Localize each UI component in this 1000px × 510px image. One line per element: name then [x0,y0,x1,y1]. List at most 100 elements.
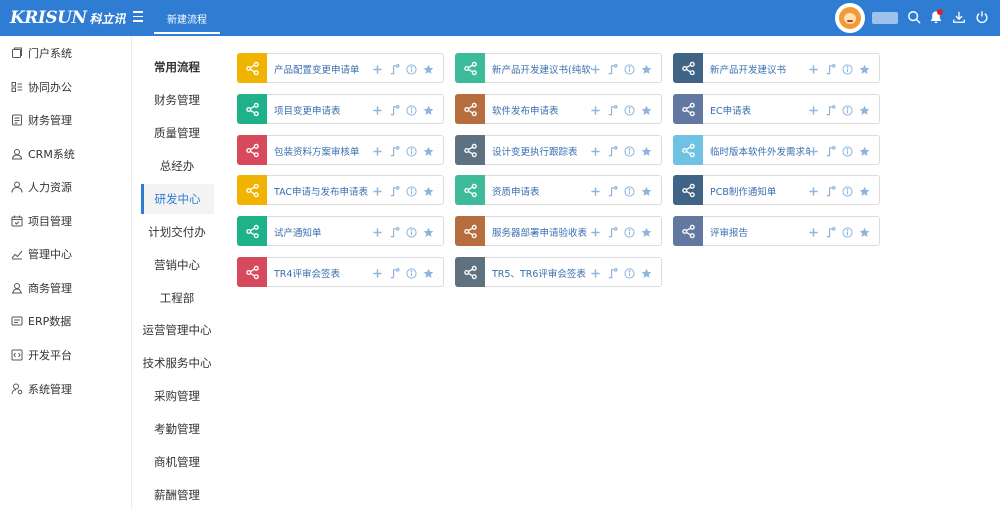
category-quality[interactable]: 质量管理 [133,118,221,148]
process-card[interactable]: 评审报告 [673,216,880,246]
flow-icon[interactable] [824,185,837,198]
info-icon[interactable] [841,63,854,76]
add-icon[interactable] [807,104,820,117]
process-card-name[interactable]: 新产品开发建议书 [710,62,810,76]
add-icon[interactable] [807,226,820,239]
process-card[interactable]: PCB制作通知单 [673,175,880,205]
process-card-name[interactable]: 试产通知单 [274,225,374,239]
flow-icon[interactable] [606,63,619,76]
process-card-name[interactable]: 项目变更申请表 [274,103,374,117]
star-icon[interactable] [422,63,435,76]
process-card[interactable]: 产品配置变更申请单 [237,53,444,83]
menu-icon[interactable] [133,11,144,24]
star-icon[interactable] [640,145,653,158]
process-card[interactable]: 新产品开发建议书 [673,53,880,83]
info-icon[interactable] [623,145,636,158]
sidebar-item-erp[interactable]: ERP数据 [0,309,132,333]
flow-icon[interactable] [388,104,401,117]
category-gm-office[interactable]: 总经办 [133,151,221,181]
process-card-name[interactable]: PCB制作通知单 [710,184,810,198]
info-icon[interactable] [623,63,636,76]
process-card[interactable]: 资质申请表 [455,175,662,205]
flow-icon[interactable] [824,63,837,76]
download-icon[interactable] [952,9,968,27]
process-card-name[interactable]: 软件发布申请表 [492,103,592,117]
flow-icon[interactable] [824,226,837,239]
star-icon[interactable] [422,185,435,198]
sidebar-item-finance[interactable]: 财务管理 [0,108,132,132]
sidebar-item-business[interactable]: 商务管理 [0,276,132,300]
category-operations[interactable]: 运营管理中心 [133,315,221,345]
process-card[interactable]: TAC申请与发布申请表 [237,175,444,205]
info-icon[interactable] [405,145,418,158]
flow-icon[interactable] [388,145,401,158]
star-icon[interactable] [640,267,653,280]
process-card-name[interactable]: 资质申请表 [492,184,592,198]
process-card-name[interactable]: TR5、TR6评审会签表 [492,266,592,280]
process-card-name[interactable]: 临时版本软件外发需求单 [710,144,810,158]
add-icon[interactable] [589,267,602,280]
username-blurred[interactable] [872,12,898,24]
category-tech-service[interactable]: 技术服务中心 [133,348,221,378]
process-card[interactable]: 包装资料方案审核单 [237,135,444,165]
search-icon[interactable] [907,9,923,27]
process-card-name[interactable]: 产品配置变更申请单 [274,62,374,76]
info-icon[interactable] [405,267,418,280]
info-icon[interactable] [405,104,418,117]
category-attendance[interactable]: 考勤管理 [133,414,221,444]
avatar[interactable] [835,3,865,33]
tab-new-process[interactable]: 新建流程 [154,0,220,36]
process-card[interactable]: 临时版本软件外发需求单 [673,135,880,165]
add-icon[interactable] [371,267,384,280]
info-icon[interactable] [405,226,418,239]
process-card-name[interactable]: 新产品开发建议书(纯软件类) [492,62,592,76]
process-card[interactable]: 设计变更执行跟踪表 [455,135,662,165]
add-icon[interactable] [589,145,602,158]
info-icon[interactable] [623,226,636,239]
process-card[interactable]: 项目变更申请表 [237,94,444,124]
flow-icon[interactable] [824,104,837,117]
star-icon[interactable] [422,267,435,280]
process-card[interactable]: 试产通知单 [237,216,444,246]
star-icon[interactable] [858,104,871,117]
category-marketing[interactable]: 营销中心 [133,250,221,280]
sidebar-item-hr[interactable]: 人力资源 [0,175,132,199]
info-icon[interactable] [405,63,418,76]
info-icon[interactable] [841,145,854,158]
category-salary[interactable]: 薪酬管理 [133,480,221,510]
add-icon[interactable] [807,185,820,198]
flow-icon[interactable] [388,267,401,280]
process-card[interactable]: TR4评审会签表 [237,257,444,287]
add-icon[interactable] [589,185,602,198]
process-card-name[interactable]: TR4评审会签表 [274,266,374,280]
process-card[interactable]: 服务器部署申请验收表 [455,216,662,246]
process-card[interactable]: EC申请表 [673,94,880,124]
add-icon[interactable] [371,185,384,198]
category-opportunity[interactable]: 商机管理 [133,447,221,477]
category-purchase[interactable]: 采购管理 [133,381,221,411]
process-card-name[interactable]: TAC申请与发布申请表 [274,184,374,198]
add-icon[interactable] [589,226,602,239]
flow-icon[interactable] [388,63,401,76]
process-card[interactable]: TR5、TR6评审会签表 [455,257,662,287]
add-icon[interactable] [589,104,602,117]
flow-icon[interactable] [606,226,619,239]
process-card[interactable]: 软件发布申请表 [455,94,662,124]
add-icon[interactable] [807,145,820,158]
category-engineering[interactable]: 工程部 [133,283,221,313]
add-icon[interactable] [371,63,384,76]
star-icon[interactable] [858,185,871,198]
star-icon[interactable] [858,226,871,239]
info-icon[interactable] [623,267,636,280]
flow-icon[interactable] [606,267,619,280]
process-card-name[interactable]: 评审报告 [710,225,810,239]
star-icon[interactable] [422,226,435,239]
star-icon[interactable] [858,63,871,76]
sidebar-item-crm[interactable]: CRM系统 [0,142,132,166]
star-icon[interactable] [640,104,653,117]
star-icon[interactable] [422,145,435,158]
sidebar-item-office[interactable]: 协同办公 [0,75,132,99]
sidebar-item-portal[interactable]: 门户系统 [0,41,132,65]
category-plan-delivery[interactable]: 计划交付办 [133,217,221,247]
sidebar-item-dev[interactable]: 开发平台 [0,343,132,367]
